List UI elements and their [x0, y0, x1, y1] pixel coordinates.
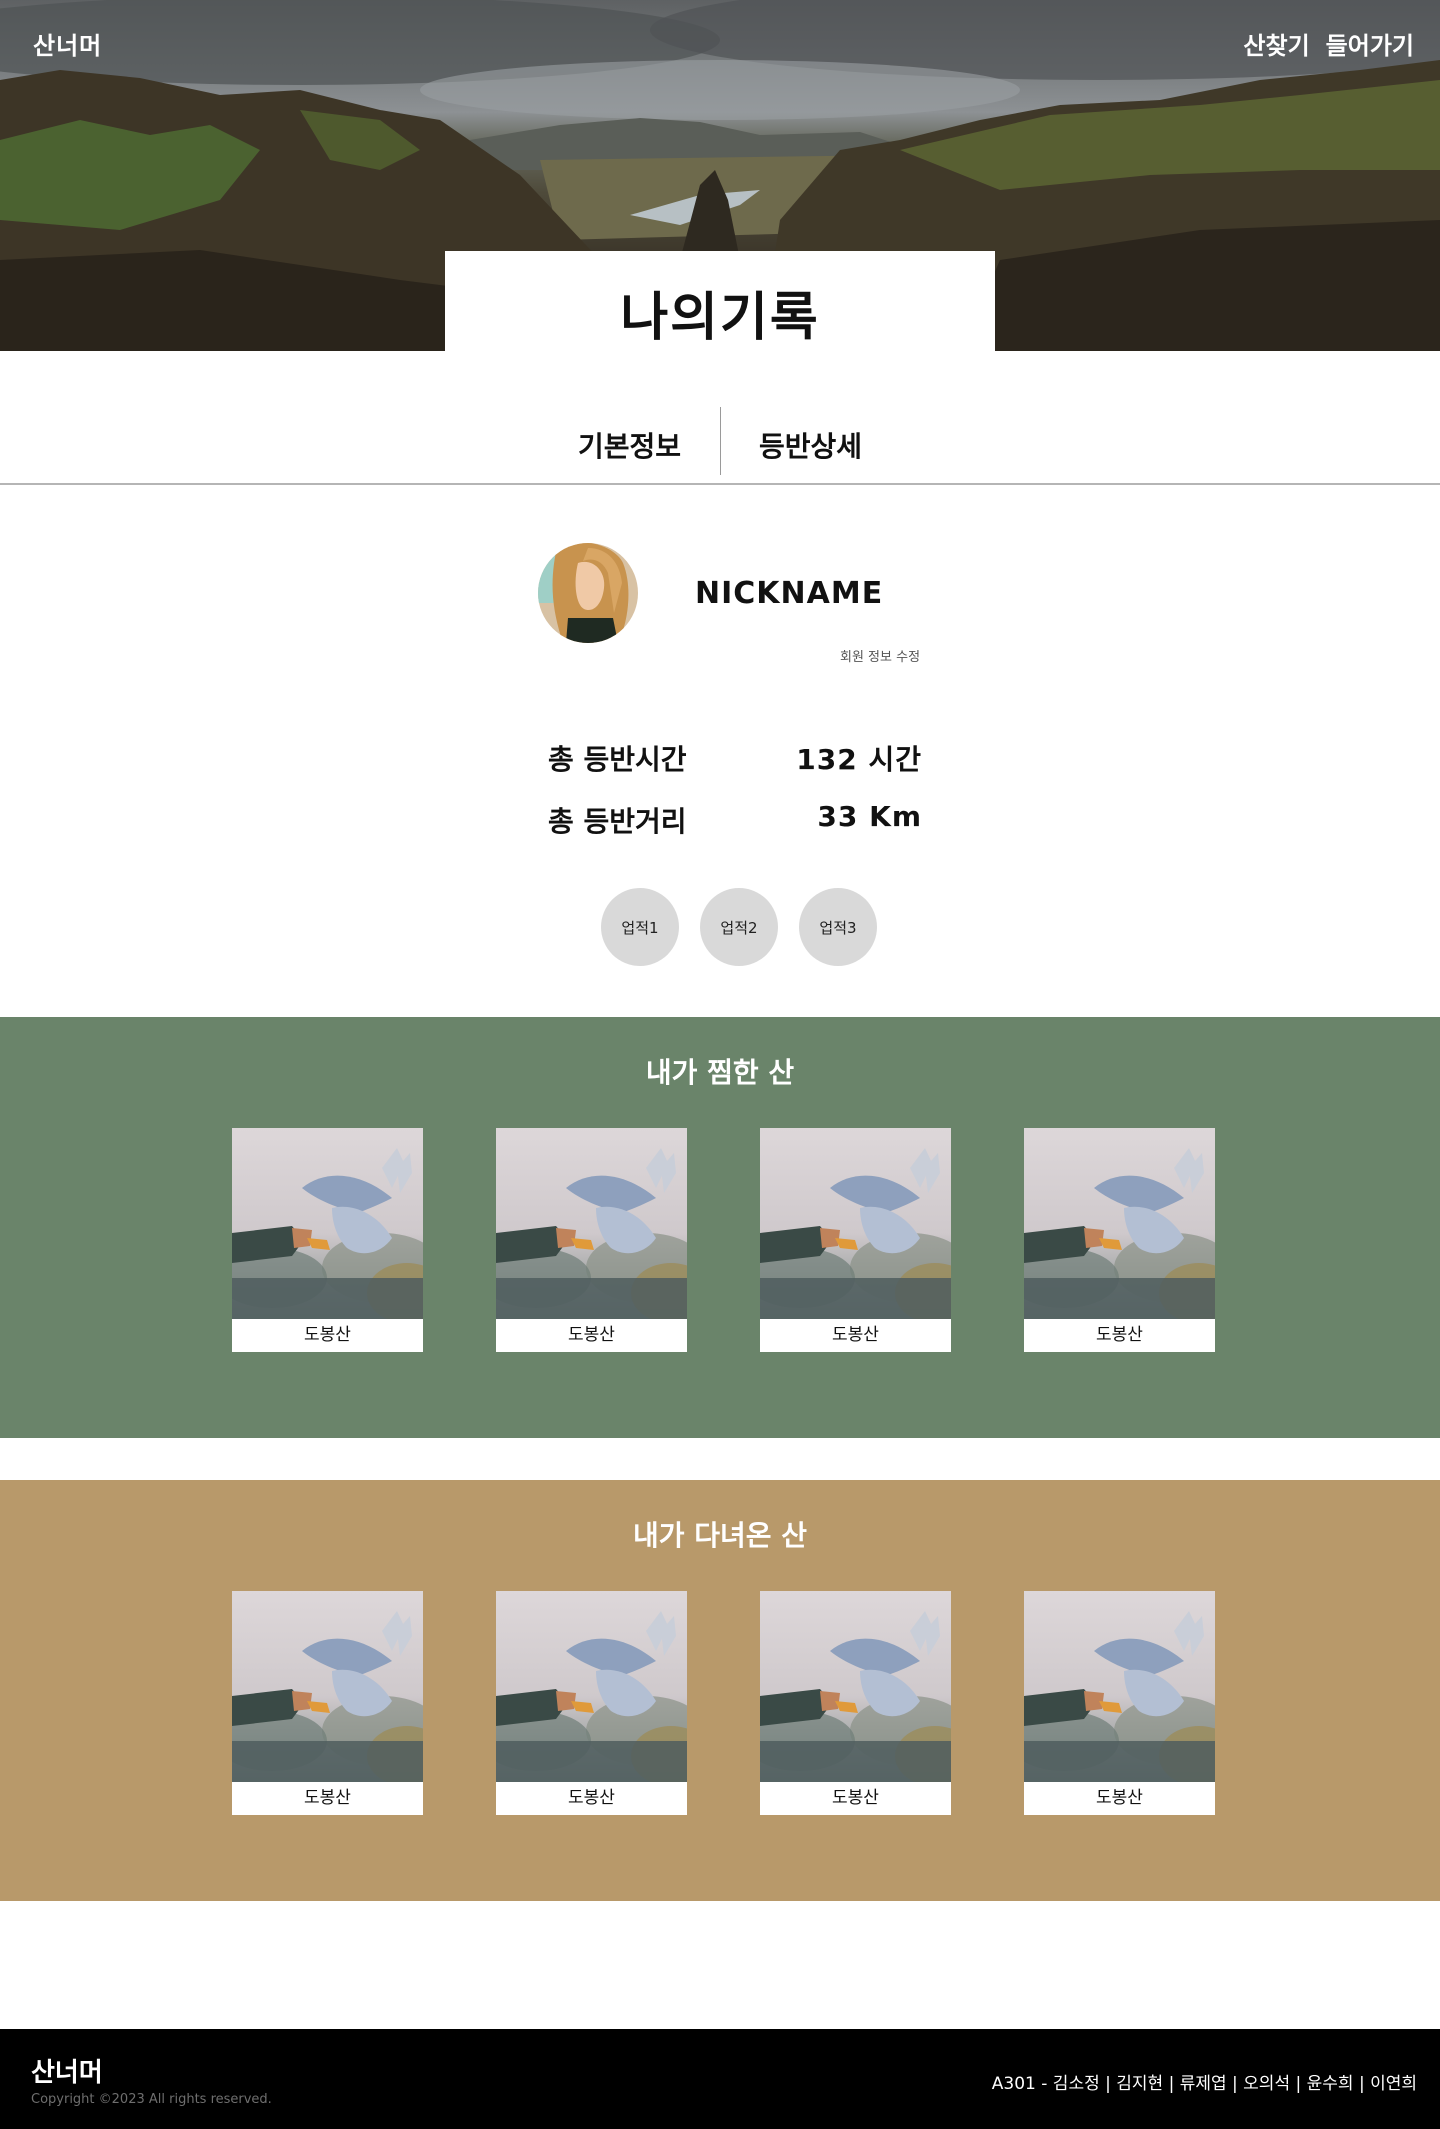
edit-profile-link[interactable]: 회원 정보 수정 [840, 646, 920, 665]
mountain-card[interactable]: 도봉산 [1024, 1591, 1215, 1815]
mountain-name: 도봉산 [568, 1788, 615, 1808]
site-logo[interactable]: 산너머 [33, 26, 102, 61]
mountain-name: 도봉산 [832, 1788, 879, 1808]
top-nav: 산찾기 들어가기 [1243, 26, 1414, 61]
total-climb-distance-label: 총 등반거리 [548, 805, 687, 838]
mountain-photo [496, 1591, 687, 1782]
mountain-photo [1024, 1128, 1215, 1319]
mountain-photo [496, 1128, 687, 1319]
achievement-badge-1[interactable]: 업적1 [601, 888, 679, 966]
mountain-name: 도봉산 [304, 1325, 351, 1345]
achievement-badge-3[interactable]: 업적3 [799, 888, 877, 966]
total-climb-time-value: 132 시간 [796, 743, 922, 776]
visited-mountains-section: 내가 다녀온 산 도봉산 도봉산 도봉산 도봉산 [0, 1480, 1440, 1901]
total-climb-time-label: 총 등반시간 [548, 743, 687, 776]
mountain-name: 도봉산 [304, 1788, 351, 1808]
footer: 산너머 Copyright ©2023 All rights reserved.… [0, 2029, 1440, 2129]
mountain-name: 도봉산 [1096, 1325, 1143, 1345]
achievement-badges: 업적1 업적2 업적3 [601, 888, 877, 966]
favorite-cards: 도봉산 도봉산 도봉산 도봉산 [232, 1128, 1215, 1352]
nav-link-find-mountain[interactable]: 산찾기 [1243, 26, 1309, 61]
tabs-underline [0, 483, 1440, 485]
mountain-photo [232, 1128, 423, 1319]
achievement-badge-2[interactable]: 업적2 [700, 888, 778, 966]
mountain-name: 도봉산 [832, 1325, 879, 1345]
nickname: NICKNAME [695, 576, 884, 611]
nav-link-login[interactable]: 들어가기 [1326, 26, 1414, 61]
mountain-card[interactable]: 도봉산 [496, 1128, 687, 1352]
record-tabs: 기본정보 등반상세 [0, 405, 1440, 485]
tab-basic-info[interactable]: 기본정보 [540, 405, 720, 485]
section-title: 내가 찜한 산 [645, 1056, 795, 1089]
total-climb-distance-value: 33 Km [817, 800, 922, 833]
visited-cards: 도봉산 도봉산 도봉산 도봉산 [232, 1591, 1215, 1815]
mountain-card[interactable]: 도봉산 [232, 1591, 423, 1815]
mountain-card[interactable]: 도봉산 [496, 1591, 687, 1815]
avatar[interactable] [538, 543, 638, 643]
hero-banner: 산너머 산찾기 들어가기 나의기록 [0, 0, 1440, 351]
mountain-photo [1024, 1591, 1215, 1782]
footer-copyright: Copyright ©2023 All rights reserved. [31, 2092, 272, 2107]
footer-team-credits: A301 - 김소정 | 김지현 | 류제엽 | 오의석 | 윤수희 | 이연희 [991, 2074, 1417, 2094]
mountain-name: 도봉산 [1096, 1788, 1143, 1808]
footer-logo[interactable]: 산너머 [31, 2052, 103, 2089]
mountain-photo [232, 1591, 423, 1782]
favorite-mountains-section: 내가 찜한 산 도봉산 도봉산 도봉산 도봉산 [0, 1017, 1440, 1438]
tab-climb-details[interactable]: 등반상세 [721, 405, 901, 485]
avatar-photo [538, 543, 638, 643]
mountain-card[interactable]: 도봉산 [760, 1128, 951, 1352]
mountain-card[interactable]: 도봉산 [232, 1128, 423, 1352]
mountain-name: 도봉산 [568, 1325, 615, 1345]
page-title: 나의기록 [620, 287, 820, 348]
section-title: 내가 다녀온 산 [632, 1519, 808, 1552]
page-title-box: 나의기록 [445, 251, 995, 351]
mountain-photo [760, 1591, 951, 1782]
mountain-card[interactable]: 도봉산 [1024, 1128, 1215, 1352]
mountain-photo [760, 1128, 951, 1319]
mountain-card[interactable]: 도봉산 [760, 1591, 951, 1815]
